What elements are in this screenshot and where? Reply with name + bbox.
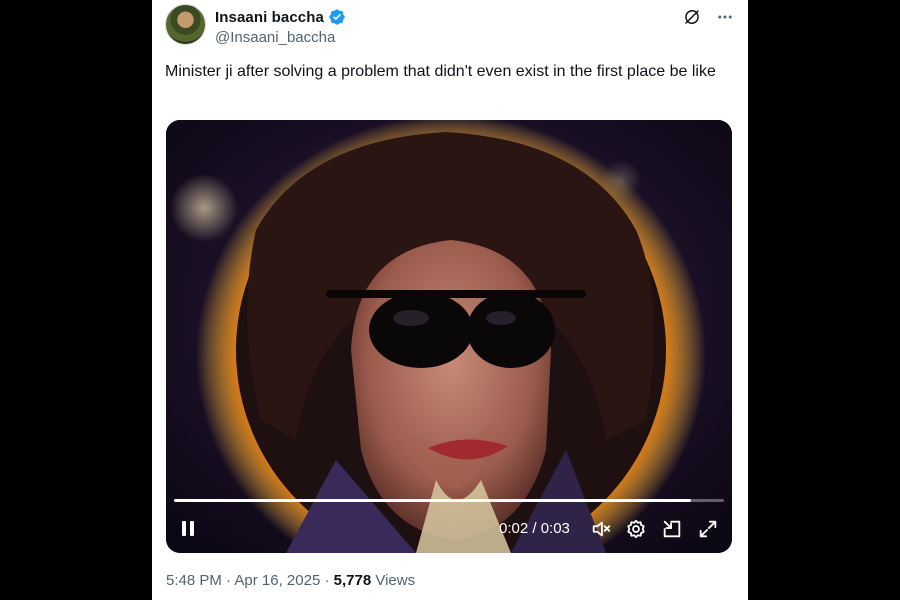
video-frame[interactable]: [166, 120, 732, 553]
name-row: Insaani baccha: [215, 6, 346, 28]
picture-in-picture-button[interactable]: [661, 518, 683, 540]
verified-badge-icon: [328, 8, 346, 26]
user-handle[interactable]: @Insaani_baccha: [215, 29, 346, 46]
header-actions: [683, 8, 735, 26]
display-name[interactable]: Insaani baccha: [215, 9, 324, 26]
tweet-card: Insaani baccha @Insaani_baccha Minister …: [152, 0, 748, 600]
grok-icon[interactable]: [683, 8, 701, 26]
tweet-time[interactable]: 5:48 PM: [166, 572, 222, 589]
tweet-header: Insaani baccha @Insaani_baccha: [165, 4, 735, 48]
video-controls: 0:02 / 0:03: [166, 514, 732, 546]
time-display: 0:02 / 0:03: [499, 520, 570, 537]
pause-button[interactable]: [178, 518, 200, 540]
fullscreen-icon: [699, 520, 717, 538]
gear-icon: [627, 519, 645, 539]
views-label: Views: [375, 572, 416, 589]
tweet-date[interactable]: Apr 16, 2025: [234, 572, 320, 589]
progress-fill: [174, 499, 691, 502]
meta-separator: ·: [324, 572, 330, 589]
video-player[interactable]: 0:02 / 0:03: [166, 120, 732, 553]
views-count[interactable]: 5,778: [334, 572, 372, 589]
tweet-meta: 5:48 PM · Apr 16, 2025 · 5,778 Views: [166, 572, 415, 589]
mute-icon: [592, 521, 611, 537]
fullscreen-button[interactable]: [697, 518, 719, 540]
tweet-text: Minister ji after solving a problem that…: [165, 63, 716, 80]
pause-icon: [182, 521, 186, 536]
avatar[interactable]: [165, 4, 206, 45]
settings-button[interactable]: [625, 518, 647, 540]
user-info: Insaani baccha @Insaani_baccha: [215, 6, 346, 46]
more-options-icon[interactable]: [715, 8, 735, 26]
meta-separator: ·: [226, 572, 232, 589]
progress-bar[interactable]: [174, 499, 724, 502]
picture-in-picture-icon: [663, 520, 681, 538]
mute-button[interactable]: [590, 518, 612, 540]
